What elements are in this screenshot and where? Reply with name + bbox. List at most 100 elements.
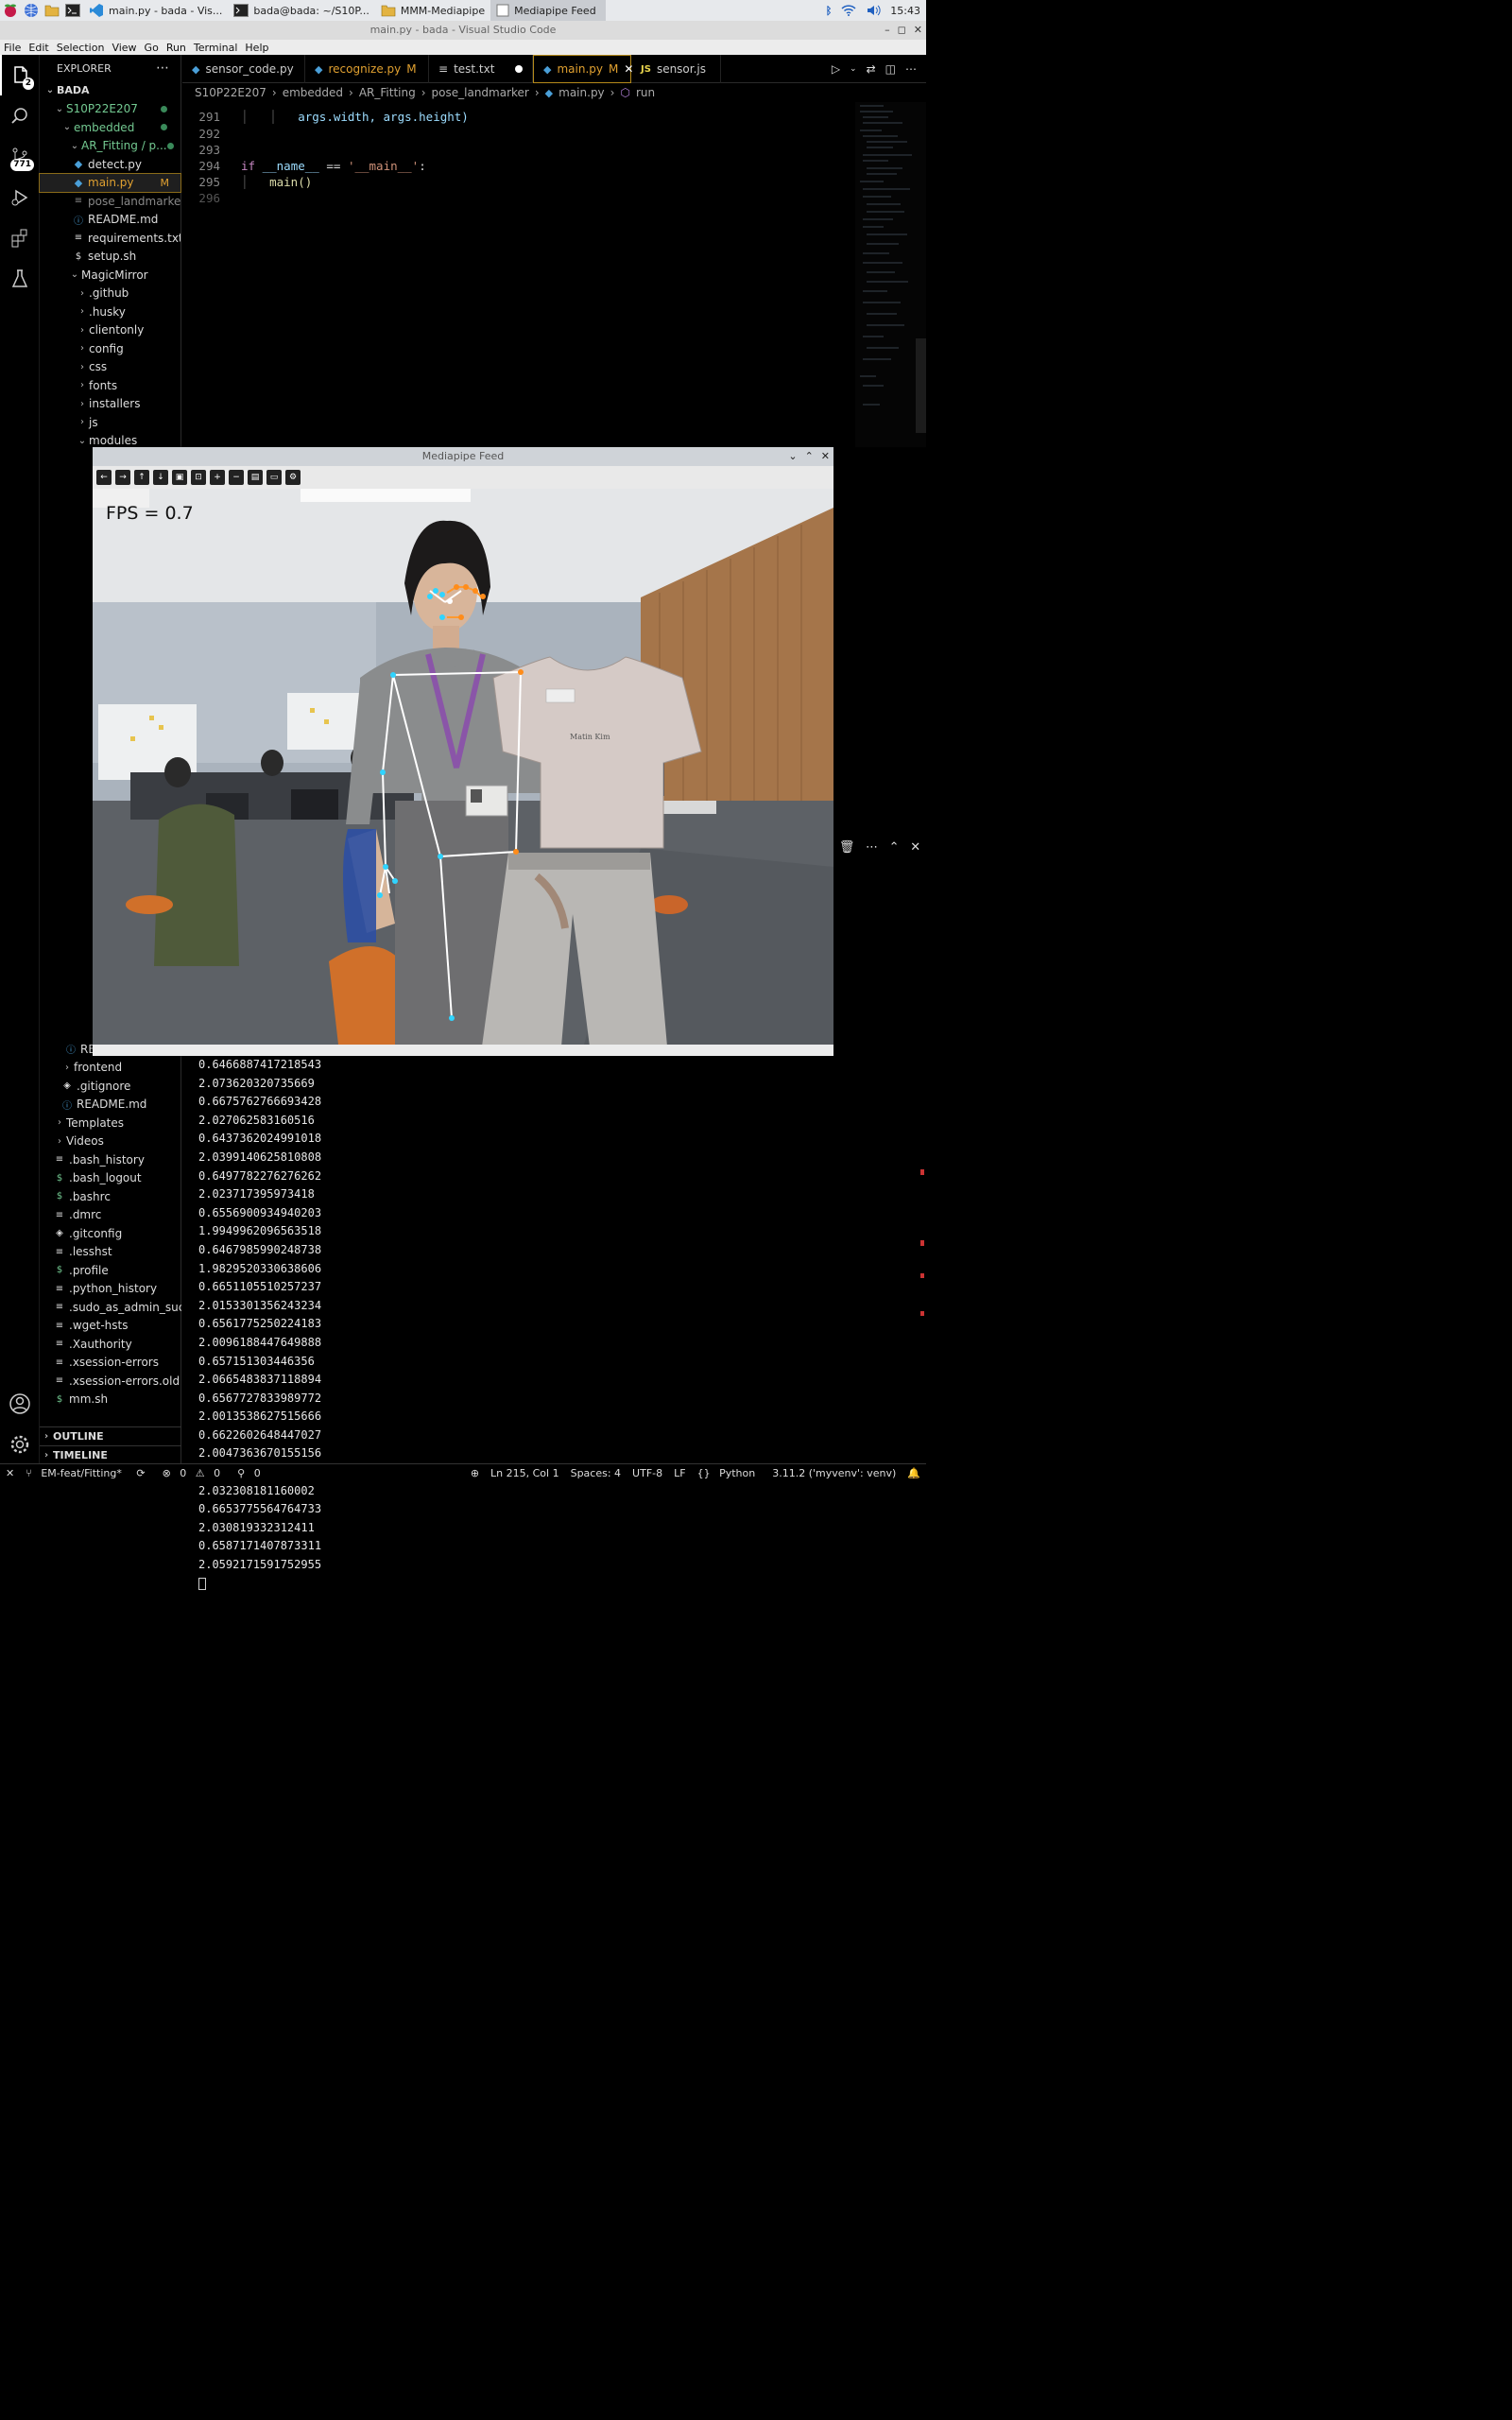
- minimap[interactable]: [855, 102, 926, 447]
- tree-item[interactable]: $ mm.sh: [40, 1391, 181, 1409]
- terminal-output[interactable]: 0.6466887417218543 2.073620320735669 0.667…: [182, 1056, 919, 1590]
- tree-item[interactable]: ≡ .dmrc: [40, 1206, 181, 1225]
- testing-activity[interactable]: [0, 258, 40, 299]
- file-manager-icon[interactable]: [42, 0, 62, 21]
- tree-item[interactable]: ⌄ embedded: [40, 118, 180, 137]
- menu-selection[interactable]: Selection: [53, 42, 109, 54]
- tree-item[interactable]: › clientonly: [40, 321, 180, 340]
- split-editor-icon[interactable]: ◫: [885, 62, 896, 76]
- maximize-icon[interactable]: ⌃: [805, 447, 814, 466]
- tree-item[interactable]: ◈ .gitconfig: [40, 1224, 181, 1243]
- raspberry-menu-icon[interactable]: [0, 0, 21, 21]
- pan-left-icon[interactable]: ←: [96, 470, 112, 485]
- menu-go[interactable]: Go: [141, 42, 163, 54]
- tree-item[interactable]: › fonts: [40, 376, 180, 395]
- tree-item[interactable]: › frontend: [40, 1059, 181, 1078]
- tree-item[interactable]: › js: [40, 413, 180, 432]
- cursor-position[interactable]: Ln 215, Col 1: [485, 1467, 565, 1479]
- tree-item[interactable]: ≡ .Xauthority: [40, 1335, 181, 1354]
- indentation[interactable]: Spaces: 4: [565, 1467, 627, 1479]
- tab-main-py[interactable]: ◆ main.py M ✕: [533, 55, 633, 83]
- branch-indicator[interactable]: ⑂ EM-feat/Fitting* ⟳: [20, 1467, 156, 1479]
- workspace-root[interactable]: ⌄ BADA: [40, 81, 180, 100]
- run-icon[interactable]: ▷: [832, 62, 840, 76]
- settings-icon[interactable]: ⚙: [285, 470, 301, 485]
- zoom-original-icon[interactable]: ▣: [172, 470, 187, 485]
- tree-item[interactable]: ⌄ AR_Fitting / p...: [40, 137, 180, 156]
- tree-item[interactable]: $ setup.sh: [40, 248, 180, 267]
- tree-item[interactable]: $ .bash_logout: [40, 1169, 181, 1188]
- language-mode[interactable]: {} Python: [692, 1467, 767, 1479]
- breadcrumb-item[interactable]: AR_Fitting: [359, 86, 416, 99]
- zoom-fit-icon[interactable]: ⊡: [191, 470, 206, 485]
- terminal-launcher-icon[interactable]: [62, 0, 83, 21]
- manage-activity[interactable]: [0, 1424, 40, 1464]
- tree-item[interactable]: ⓘ README.md: [40, 1096, 181, 1115]
- trash-icon[interactable]: 🗑: [839, 840, 855, 855]
- pan-right-icon[interactable]: →: [115, 470, 130, 485]
- code-editor[interactable]: 291 │ │ args.width, args.height) 292 293…: [182, 102, 853, 447]
- tree-item[interactable]: ≡ .xsession-errors.old: [40, 1372, 181, 1391]
- close-icon[interactable]: ✕: [821, 447, 830, 466]
- search-activity[interactable]: [0, 95, 40, 136]
- tree-item[interactable]: ≡ .python_history: [40, 1280, 181, 1299]
- bluetooth-icon[interactable]: ᛒ: [826, 5, 833, 17]
- close-panel-icon[interactable]: ✕: [910, 840, 920, 855]
- tree-item[interactable]: ≡ pose_landmarker...: [40, 192, 180, 211]
- tree-item[interactable]: ≡ .bash_history: [40, 1150, 181, 1169]
- minimize-icon[interactable]: –: [885, 21, 890, 40]
- zoom-in-icon[interactable]: +: [210, 470, 225, 485]
- explorer-activity[interactable]: 2: [0, 55, 40, 95]
- more-actions-icon[interactable]: ⋯: [866, 840, 878, 855]
- tab-sensor-js[interactable]: JS sensor.js: [631, 55, 721, 83]
- tree-item[interactable]: › Videos: [40, 1132, 181, 1151]
- extensions-activity[interactable]: [0, 217, 40, 258]
- tree-item[interactable]: › Templates: [40, 1114, 181, 1132]
- tree-item[interactable]: › config: [40, 339, 180, 358]
- chevron-down-icon[interactable]: ⌄: [788, 447, 797, 466]
- menu-view[interactable]: View: [108, 42, 140, 54]
- accounts-activity[interactable]: [0, 1383, 40, 1424]
- breadcrumb-item[interactable]: pose_landmarker: [432, 86, 529, 99]
- tree-item[interactable]: ≡ .sudo_as_admin_succ...: [40, 1298, 181, 1317]
- tree-item[interactable]: ◆ detect.py: [40, 155, 180, 174]
- tree-item[interactable]: $ .profile: [40, 1261, 181, 1280]
- notifications-icon[interactable]: 🔔: [902, 1467, 926, 1479]
- unsaved-dot[interactable]: [515, 65, 523, 73]
- tab-sensor-code[interactable]: ◆ sensor_code.py: [182, 55, 305, 83]
- tree-item[interactable]: › installers: [40, 395, 180, 414]
- zoom-out-icon[interactable]: −: [229, 470, 244, 485]
- tab-recognize[interactable]: ◆ recognize.py M: [305, 55, 429, 83]
- breadcrumb-item[interactable]: embedded: [283, 86, 343, 99]
- menu-run[interactable]: Run: [163, 42, 190, 54]
- tree-item[interactable]: ≡ requirements.txt: [40, 229, 180, 248]
- mediapipe-window[interactable]: Mediapipe Feed ⌄ ⌃ ✕ ← → ↑ ↓ ▣ ⊡ + − ▤ ▭…: [93, 447, 833, 1056]
- breadcrumb-item[interactable]: S10P22E207: [195, 86, 266, 99]
- mediapipe-titlebar[interactable]: Mediapipe Feed ⌄ ⌃ ✕: [93, 447, 833, 466]
- breadcrumb-item[interactable]: main.py: [558, 86, 605, 99]
- pan-up-icon[interactable]: ↑: [134, 470, 149, 485]
- save-image-icon[interactable]: ▤: [248, 470, 263, 485]
- python-interpreter[interactable]: 3.11.2 ('myvenv': venv): [766, 1467, 902, 1479]
- menu-file[interactable]: File: [0, 42, 25, 54]
- line-ending[interactable]: LF: [668, 1467, 691, 1479]
- run-debug-activity[interactable]: [0, 177, 40, 217]
- pan-down-icon[interactable]: ↓: [153, 470, 168, 485]
- problems-indicator[interactable]: ⊗ 0 ⚠ 0: [157, 1467, 232, 1479]
- terminal-prompt[interactable]: [198, 1575, 919, 1594]
- task-terminal[interactable]: bada@bada: ~/S10P...: [228, 0, 374, 21]
- remote-icon[interactable]: ✕: [0, 1467, 20, 1479]
- tab-test-txt[interactable]: ≡ test.txt: [429, 55, 533, 83]
- more-actions-icon[interactable]: ⋯: [905, 62, 917, 76]
- maximize-icon[interactable]: ◻: [898, 21, 906, 40]
- browser-icon[interactable]: [21, 0, 42, 21]
- timeline-section[interactable]: › TIMELINE: [40, 1445, 181, 1464]
- tree-item-selected[interactable]: ◆ main.py M: [39, 172, 181, 193]
- volume-icon[interactable]: [866, 4, 881, 17]
- wifi-icon[interactable]: [841, 4, 856, 17]
- maximize-panel-icon[interactable]: ⌃: [889, 840, 900, 855]
- chevron-down-icon[interactable]: ⌄: [850, 64, 857, 74]
- task-mediapipe[interactable]: Mediapipe Feed: [490, 0, 607, 21]
- menu-help[interactable]: Help: [241, 42, 272, 54]
- outline-section[interactable]: › OUTLINE: [40, 1426, 181, 1445]
